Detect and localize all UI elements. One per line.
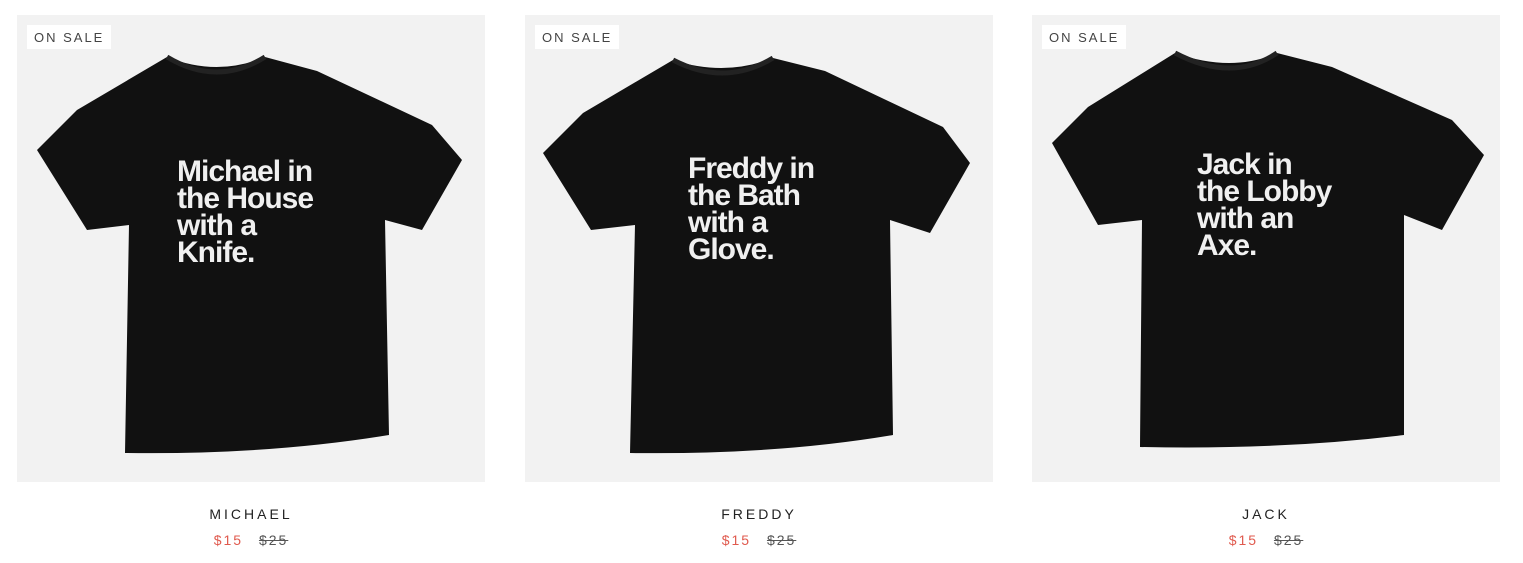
- product-card-jack[interactable]: Jack in the Lobby with an Axe. ON SALE J…: [1032, 15, 1500, 548]
- product-card-freddy[interactable]: Freddy in the Bath with a Glove. ON SALE…: [525, 15, 993, 548]
- product-image[interactable]: Michael in the House with a Knife. ON SA…: [17, 15, 485, 482]
- original-price: $25: [258, 532, 289, 548]
- sale-price: $15: [721, 532, 752, 548]
- price-row: $15 $25: [1032, 532, 1500, 548]
- original-price: $25: [766, 532, 797, 548]
- shirt-print: Freddy in the Bath with a Glove.: [688, 152, 815, 266]
- product-name[interactable]: MICHAEL: [17, 506, 485, 522]
- shirt-print: Jack in the Lobby with an Axe.: [1197, 148, 1332, 262]
- sale-price: $15: [1228, 532, 1259, 548]
- price-row: $15 $25: [525, 532, 993, 548]
- original-price: $25: [1273, 532, 1304, 548]
- on-sale-badge: ON SALE: [535, 25, 620, 49]
- product-name[interactable]: FREDDY: [525, 506, 993, 522]
- on-sale-badge: ON SALE: [27, 25, 112, 49]
- on-sale-badge: ON SALE: [1042, 25, 1127, 49]
- product-name[interactable]: JACK: [1032, 506, 1500, 522]
- product-image[interactable]: Jack in the Lobby with an Axe. ON SALE: [1032, 15, 1500, 482]
- price-row: $15 $25: [17, 532, 485, 548]
- product-image[interactable]: Freddy in the Bath with a Glove. ON SALE: [525, 15, 993, 482]
- sale-price: $15: [213, 532, 244, 548]
- product-card-michael[interactable]: Michael in the House with a Knife. ON SA…: [17, 15, 485, 548]
- shirt-print: Michael in the House with a Knife.: [177, 155, 314, 269]
